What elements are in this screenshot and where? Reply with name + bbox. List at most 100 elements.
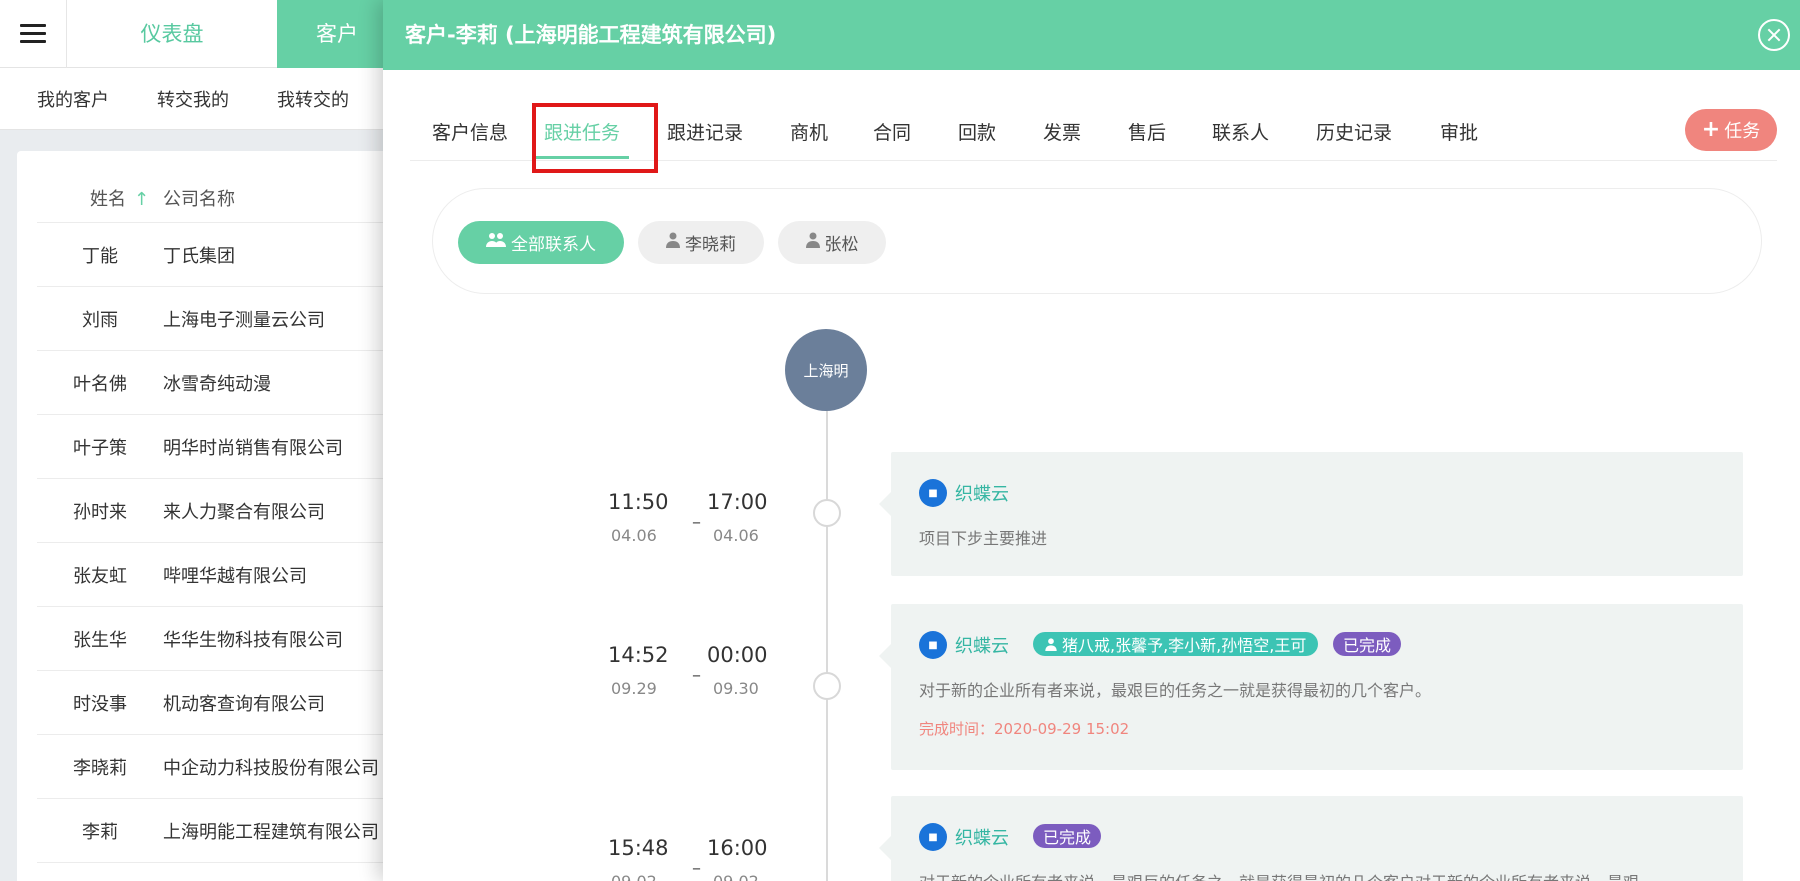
task-author: 织蝶云	[955, 484, 1009, 505]
drawer-title: 客户-李莉 (上海明能工程建筑有限公司)	[405, 23, 777, 47]
cell-name: 刘雨	[82, 309, 118, 331]
tab-customer-info[interactable]: 客户信息	[432, 105, 508, 161]
filter-label: 李晓莉	[685, 235, 736, 255]
table-row[interactable]: 丁能 丁氏集团	[37, 223, 417, 287]
cell-name: 叶子策	[73, 437, 127, 459]
cell-company: 丁氏集团	[163, 245, 235, 267]
cell-company: 来人力聚合有限公司	[163, 501, 325, 523]
end-time: 00:00	[707, 643, 768, 667]
tab-contracts[interactable]: 合同	[873, 105, 911, 161]
table-row[interactable]: 孙时来 来人力聚合有限公司	[37, 479, 417, 543]
customer-list: 姓名 ↑ 公司名称 丁能 丁氏集团 刘雨 上海电子测量云公司 叶名佛 冰雪奇纯动漫 叶子…	[17, 151, 417, 881]
table-row[interactable]: 叶名佛 冰雪奇纯动漫	[37, 351, 417, 415]
nav-dashboard[interactable]: 仪表盘	[67, 0, 277, 68]
hamburger-icon[interactable]	[0, 0, 67, 68]
subnav-transferred-to-me[interactable]: 转交我的	[157, 86, 229, 112]
add-task-button[interactable]: + 任务	[1685, 109, 1777, 151]
task-card[interactable]: ■ 织蝶云 项目下步主要推进	[879, 452, 1743, 576]
cell-company: 明华时尚销售有限公司	[163, 437, 343, 459]
start-time: 11:50	[608, 490, 669, 514]
start-time: 14:52	[608, 643, 669, 667]
nav-customers[interactable]: 客户	[277, 0, 397, 68]
top-nav: 仪表盘 客户	[67, 0, 397, 68]
tab-follow-up-records[interactable]: 跟进记录	[667, 105, 743, 161]
filter-contact-zhang-song[interactable]: 张松	[778, 221, 886, 264]
tab-payments[interactable]: 回款	[958, 105, 996, 161]
timeline-time-range: 11:50 04.06 – 17:00 04.06	[608, 490, 768, 550]
contact-filter: 全部联系人 李晓莉 张松	[432, 188, 1762, 294]
close-circle-icon[interactable]	[1758, 19, 1790, 51]
zhidieyun-logo-icon: ■	[919, 631, 947, 659]
zhidieyun-logo-icon: ■	[919, 479, 947, 507]
cell-company: 机动客查询有限公司	[163, 693, 325, 715]
time-separator: –	[692, 512, 701, 533]
cell-name: 李晓莉	[73, 757, 127, 779]
plus-icon: +	[1701, 117, 1721, 142]
cell-name: 李莉	[82, 821, 118, 843]
subnav-transferred-by-me[interactable]: 我转交的	[277, 86, 349, 112]
zhidieyun-logo-icon: ■	[919, 823, 947, 851]
task-card[interactable]: ■ 织蝶云 猪八戒,张馨予,李小新,孙悟空,王可 已完成 对于新的企业所有者来说…	[879, 604, 1743, 770]
add-task-label: 任务	[1724, 121, 1761, 142]
start-date: 09.02	[611, 872, 657, 881]
user-icon	[1045, 637, 1057, 651]
table-row[interactable]: 时没事 机动客查询有限公司	[37, 671, 417, 735]
table-row[interactable]: 刘雨 上海电子测量云公司	[37, 287, 417, 351]
task-card[interactable]: ■ 织蝶云 已完成 对于新的企业所有者来说，最艰巨的任务之一就是获得最初的几个客…	[879, 796, 1743, 881]
tab-contacts[interactable]: 联系人	[1212, 105, 1269, 161]
assignees-tag: 猪八戒,张馨予,李小新,孙悟空,王可	[1033, 632, 1319, 656]
assignees-label: 猪八戒,张馨予,李小新,孙悟空,王可	[1062, 636, 1307, 655]
users-icon	[486, 232, 506, 253]
finish-time: 完成时间：2020-09-29 15:02	[919, 720, 1130, 738]
user-icon	[666, 232, 680, 253]
tab-history[interactable]: 历史记录	[1316, 105, 1392, 161]
end-date: 09.02	[713, 872, 759, 881]
cell-company: 冰雪奇纯动漫	[163, 373, 271, 395]
table-row[interactable]: 张友虹 哔哩华越有限公司	[37, 543, 417, 607]
cell-name: 孙时来	[73, 501, 127, 523]
timeline-dot	[813, 672, 841, 700]
timeline-time-range: 15:48 09.02 – 16:00 09.02	[608, 836, 768, 881]
end-time: 17:00	[707, 490, 768, 514]
end-date: 09.30	[713, 679, 759, 698]
start-date: 09.29	[611, 679, 657, 698]
cell-company: 中企动力科技股份有限公司	[163, 757, 379, 779]
tab-approval[interactable]: 审批	[1440, 105, 1478, 161]
customer-subnav: 我的客户 转交我的 我转交的	[0, 68, 400, 130]
cell-name: 叶名佛	[73, 373, 127, 395]
detail-tabs: 客户信息 跟进任务 跟进记录 商机 合同 回款 发票 售后 联系人 历史记录 审…	[410, 105, 1777, 161]
task-content: 对于新的企业所有者来说，最艰巨的任务之一就是获得最初的几个客户对于新的企业所有者…	[919, 869, 1639, 881]
table-row[interactable]: 张生华 华华生物科技有限公司	[37, 607, 417, 671]
cell-name: 张生华	[73, 629, 127, 651]
timeline-line	[826, 405, 828, 881]
column-label-name: 姓名	[90, 188, 126, 210]
tab-invoices[interactable]: 发票	[1043, 105, 1081, 161]
tab-after-sales[interactable]: 售后	[1128, 105, 1166, 161]
filter-contact-li-xiaoli[interactable]: 李晓莉	[638, 221, 764, 264]
end-date: 04.06	[713, 526, 759, 545]
timeline-dot	[813, 499, 841, 527]
customer-list-header: 姓名 ↑ 公司名称	[37, 173, 417, 223]
column-header-name[interactable]: 姓名 ↑	[37, 185, 163, 211]
task-content: 对于新的企业所有者来说，最艰巨的任务之一就是获得最初的几个客户。	[919, 681, 1432, 700]
cell-name: 丁能	[82, 245, 118, 267]
filter-label: 张松	[824, 235, 859, 255]
filter-all-contacts[interactable]: 全部联系人	[458, 221, 624, 264]
time-separator: –	[692, 858, 701, 879]
start-date: 04.06	[611, 526, 657, 545]
table-row[interactable]: 李莉 上海明能工程建筑有限公司	[37, 799, 417, 863]
tab-opportunities[interactable]: 商机	[790, 105, 828, 161]
table-row[interactable]: 叶子策 明华时尚销售有限公司	[37, 415, 417, 479]
cell-company: 华华生物科技有限公司	[163, 629, 343, 651]
cell-company: 哔哩华越有限公司	[163, 565, 307, 587]
cell-company: 上海电子测量云公司	[163, 309, 325, 331]
cell-name: 张友虹	[73, 565, 127, 587]
sort-asc-icon[interactable]: ↑	[134, 189, 149, 210]
subnav-my-customers[interactable]: 我的客户	[37, 86, 109, 112]
cell-company: 上海明能工程建筑有限公司	[163, 821, 379, 843]
status-badge: 已完成	[1333, 632, 1402, 656]
cell-name: 时没事	[73, 693, 127, 715]
tab-follow-up-tasks[interactable]: 跟进任务	[534, 105, 630, 161]
table-row[interactable]: 李晓莉 中企动力科技股份有限公司	[37, 735, 417, 799]
status-badge: 已完成	[1033, 824, 1102, 848]
